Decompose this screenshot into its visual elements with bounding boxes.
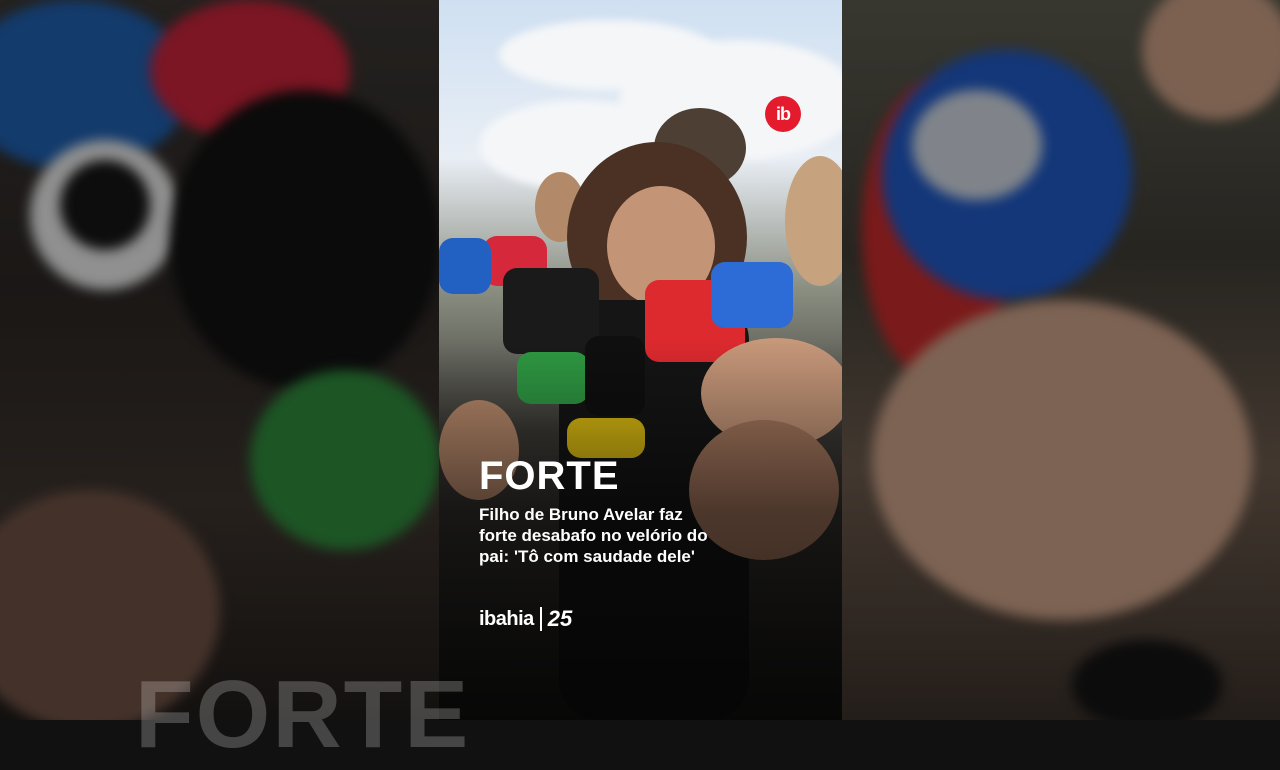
headline: FORTE [479,454,620,498]
video-frame[interactable]: ib FORTE Filho de Bruno Avelar faz forte… [439,0,842,720]
background-headline-ghost: FORTE [135,661,471,768]
microphone-blue [439,238,491,294]
background-person [785,156,842,286]
brand-anniversary-mark: 25 [547,606,573,631]
brand-name: ibahia [479,607,534,630]
ibahia-25-logo-icon: ibahia 25 [479,606,572,632]
microphone-blue [711,262,793,328]
ib-logo-icon: ib [765,96,801,132]
blurred-background-left [0,0,439,720]
caption-text: Filho de Bruno Avelar faz forte desabafo… [479,505,708,566]
blurred-background-right [842,0,1280,720]
brand-divider [539,607,542,631]
